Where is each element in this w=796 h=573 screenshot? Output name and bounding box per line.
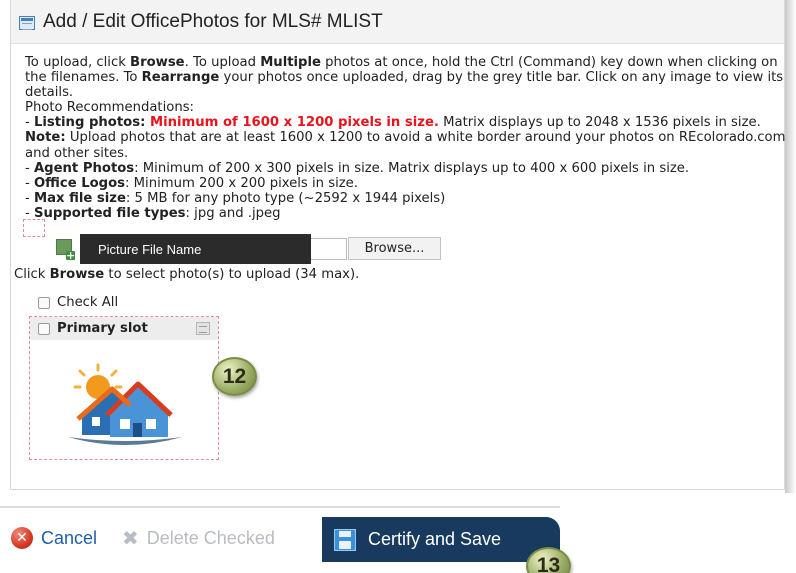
- max-file-size-text: : 5 MB for any photo type (~2592 x 1944 …: [125, 190, 446, 206]
- certify-and-save-button[interactable]: Certify and Save: [322, 517, 560, 562]
- bullet-dash: -: [25, 160, 34, 176]
- browse-hint: Click Browse to select photo(s) to uploa…: [14, 267, 359, 282]
- panel-shadow: [785, 0, 796, 493]
- agent-photos-label: Agent Photos: [33, 160, 135, 176]
- cancel-icon: ✕: [11, 527, 33, 549]
- max-file-size-label: Max file size: [33, 190, 126, 206]
- toolbar-divider: [0, 506, 560, 508]
- instr-text: To upload, click: [25, 55, 131, 70]
- bullet-dash: -: [25, 115, 34, 131]
- photo-slot-card[interactable]: Primary slot: [29, 316, 219, 460]
- check-all-label: Check All: [57, 295, 119, 310]
- logo-base-swoosh: [68, 437, 182, 445]
- instr-browse: Browse: [130, 55, 185, 70]
- bullet-dash: -: [25, 175, 34, 191]
- listing-photos-label: Listing photos:: [33, 115, 146, 131]
- instr-text: . To upload: [184, 55, 261, 70]
- dialog-title: Add / Edit OfficePhotos for MLS# MLIST: [43, 10, 383, 32]
- recommendations-header: Photo Recommendations:: [25, 100, 195, 116]
- hint-browse: Browse: [49, 267, 105, 282]
- delete-x-icon: ✖: [122, 526, 139, 550]
- browse-button[interactable]: Browse...: [348, 237, 441, 260]
- file-types-text: : jpg and .jpeg: [185, 205, 281, 221]
- file-types-label: Supported file types: [33, 205, 186, 221]
- listing-photos-text: Matrix displays up to 2048 x 1536 pixels…: [438, 115, 761, 131]
- hint-text: to select photo(s) to upload (34 max).: [104, 267, 360, 282]
- note-label: Note:: [25, 130, 66, 146]
- drop-target-placeholder: [23, 219, 45, 237]
- office-logos-text: : Minimum 200 x 200 pixels in size.: [125, 175, 358, 191]
- check-all-control[interactable]: Check All: [38, 295, 118, 310]
- file-name-tooltip: Picture File Name: [80, 234, 311, 264]
- check-all-checkbox[interactable]: [38, 296, 50, 309]
- dialog-title-bar: Add / Edit OfficePhotos for MLS# MLIST: [11, 0, 784, 44]
- slot-title-bar[interactable]: Primary slot: [30, 317, 218, 340]
- certify-and-save-label: Certify and Save: [368, 529, 502, 549]
- slot-label: Primary slot: [57, 321, 148, 336]
- save-disk-icon: [334, 528, 356, 551]
- office-logos-label: Office Logos: [33, 175, 126, 191]
- upload-instructions: To upload, click Browse. To upload Multi…: [25, 55, 787, 221]
- delete-checked-button[interactable]: ✖ Delete Checked: [122, 525, 275, 551]
- file-name-input[interactable]: [311, 238, 347, 260]
- add-photo-icon[interactable]: [56, 239, 75, 260]
- cancel-button[interactable]: ✕ Cancel: [11, 525, 97, 551]
- agent-photos-text: : Minimum of 200 x 300 pixels in size. M…: [134, 160, 690, 176]
- delete-checked-label: Delete Checked: [146, 527, 275, 548]
- hint-text: Click: [14, 267, 50, 282]
- step-badge-13: 13: [526, 547, 571, 573]
- step-badge-12: 12: [212, 357, 257, 396]
- note-text: Upload photos that are at least 1600 x 1…: [25, 130, 786, 161]
- listing-minimum-warning: Minimum of 1600 x 1200 pixels in size.: [145, 115, 439, 131]
- instr-rearrange: Rearrange: [141, 70, 220, 86]
- list-window-icon: [19, 15, 35, 30]
- slot-checkbox[interactable]: [38, 322, 50, 335]
- bullet-dash: -: [25, 190, 34, 206]
- house-logo-image[interactable]: [60, 357, 190, 447]
- slot-menu-icon[interactable]: [196, 322, 210, 335]
- cancel-label: Cancel: [41, 527, 98, 548]
- instr-multiple: Multiple: [260, 55, 321, 70]
